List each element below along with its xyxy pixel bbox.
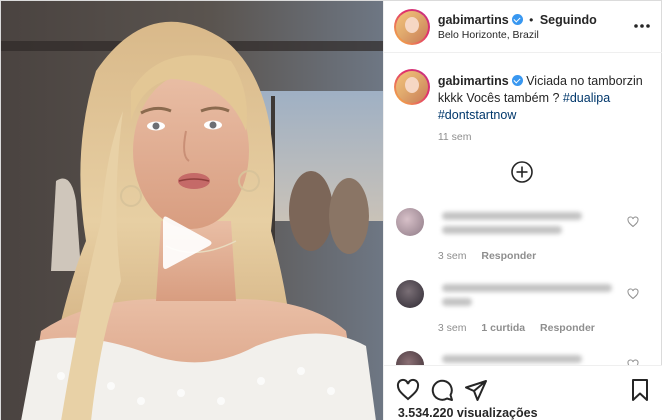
comment-text-blurred bbox=[441, 226, 562, 234]
more-options-icon[interactable] bbox=[631, 15, 653, 37]
avatar[interactable] bbox=[395, 208, 424, 236]
caption-username-link[interactable]: gabimartins bbox=[438, 74, 509, 88]
heart-icon[interactable] bbox=[627, 216, 639, 228]
comment-timestamp[interactable]: 3 sem bbox=[438, 250, 467, 262]
username-link[interactable]: gabimartins bbox=[438, 13, 509, 27]
heart-icon[interactable] bbox=[627, 288, 639, 300]
verified-badge-icon bbox=[511, 14, 523, 25]
hashtag-link[interactable]: #dualipa bbox=[563, 91, 610, 105]
video-frame bbox=[1, 1, 383, 420]
post-header: gabimartins • Seguindo Belo Horizonte, B… bbox=[383, 1, 662, 53]
comment-timestamp[interactable]: 3 sem bbox=[438, 322, 467, 334]
avatar[interactable] bbox=[395, 11, 428, 43]
comment-meta: 3 sem Responder bbox=[438, 250, 548, 262]
comment-text-blurred bbox=[441, 284, 612, 292]
location-link[interactable]: Belo Horizonte, Brazil bbox=[438, 29, 539, 41]
play-icon[interactable] bbox=[159, 213, 215, 273]
comment-icon[interactable] bbox=[430, 378, 454, 402]
header-user-line: gabimartins • Seguindo bbox=[438, 11, 597, 29]
comment-like-count[interactable]: 1 curtida bbox=[481, 322, 525, 334]
comment-text-blurred bbox=[441, 212, 582, 220]
reply-button[interactable]: Responder bbox=[481, 250, 536, 262]
avatar[interactable] bbox=[395, 71, 428, 103]
comment-meta: 3 sem 1 curtida Responder bbox=[438, 322, 607, 334]
heart-icon[interactable] bbox=[396, 378, 420, 402]
avatar[interactable] bbox=[395, 280, 424, 308]
instagram-post: gabimartins • Seguindo Belo Horizonte, B… bbox=[0, 0, 662, 420]
view-count[interactable]: 3.534.220 visualizações bbox=[398, 406, 538, 420]
comment-text-blurred bbox=[441, 298, 472, 306]
play-button[interactable] bbox=[159, 213, 215, 273]
share-icon[interactable] bbox=[464, 378, 488, 402]
caption-text: gabimartins Viciada no tamborzin kkkk Vo… bbox=[438, 73, 643, 124]
following-button[interactable]: Seguindo bbox=[540, 13, 597, 27]
hashtag-link[interactable]: #dontstartnow bbox=[438, 108, 517, 122]
bookmark-icon[interactable] bbox=[628, 378, 652, 402]
reply-button[interactable]: Responder bbox=[540, 322, 595, 334]
load-more-comments-icon[interactable] bbox=[510, 160, 534, 184]
comment-text-blurred bbox=[441, 355, 582, 363]
caption-timestamp[interactable]: 11 sem bbox=[438, 131, 472, 143]
action-bar: 3.534.220 visualizações bbox=[383, 365, 662, 420]
post-sidebar: gabimartins • Seguindo Belo Horizonte, B… bbox=[382, 1, 662, 420]
video-player[interactable] bbox=[1, 1, 383, 420]
verified-badge-icon bbox=[511, 75, 523, 86]
separator-dot: • bbox=[529, 13, 534, 27]
